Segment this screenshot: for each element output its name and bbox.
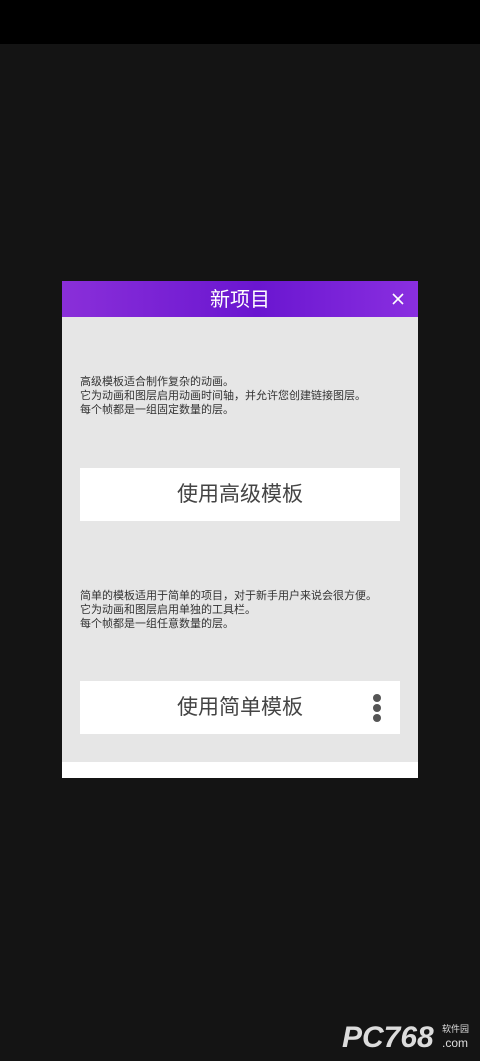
- use-advanced-template-button[interactable]: 使用高级模板: [80, 468, 400, 521]
- simple-description-line: 它为动画和图层启用单独的工具栏。: [80, 603, 256, 616]
- advanced-description-line: 它为动画和图层启用动画时间轴，并允许您创建链接图层。: [80, 389, 366, 402]
- watermark-logo-text: PC768: [342, 1021, 434, 1054]
- close-icon[interactable]: [386, 287, 410, 311]
- advanced-button-label: 使用高级模板: [177, 482, 303, 506]
- more-vertical-icon[interactable]: [372, 694, 382, 722]
- watermark-tag-text: 软件园: [442, 1023, 469, 1035]
- advanced-description-line: 高级模板适合制作复杂的动画。: [80, 375, 234, 388]
- advanced-template-description: 高级模板适合制作复杂的动画。 它为动画和图层启用动画时间轴，并允许您创建链接图层…: [80, 375, 402, 417]
- dialog-header: 新项目: [62, 281, 418, 317]
- advanced-description-line: 每个帧都是一组固定数量的层。: [80, 403, 234, 416]
- simple-description-line: 每个帧都是一组任意数量的层。: [80, 617, 234, 630]
- pc768-watermark-logo: PC768 软件园 .com: [342, 1021, 469, 1054]
- simple-description-line: 简单的模板适用于简单的项目，对于新手用户来说会很方便。: [80, 589, 377, 602]
- simple-button-label: 使用简单模板: [177, 695, 303, 719]
- status-bar: [0, 0, 480, 44]
- dialog-footer: [62, 762, 418, 778]
- new-project-dialog: 新项目 高级模板适合制作复杂的动画。 它为动画和图层启用动画时间轴，并允许您创建…: [62, 281, 418, 778]
- simple-template-description: 简单的模板适用于简单的项目，对于新手用户来说会很方便。 它为动画和图层启用单独的…: [80, 589, 402, 631]
- use-simple-template-button[interactable]: 使用简单模板: [80, 681, 400, 734]
- dialog-title: 新项目: [210, 287, 270, 311]
- watermark-sub-text: .com: [442, 1036, 468, 1050]
